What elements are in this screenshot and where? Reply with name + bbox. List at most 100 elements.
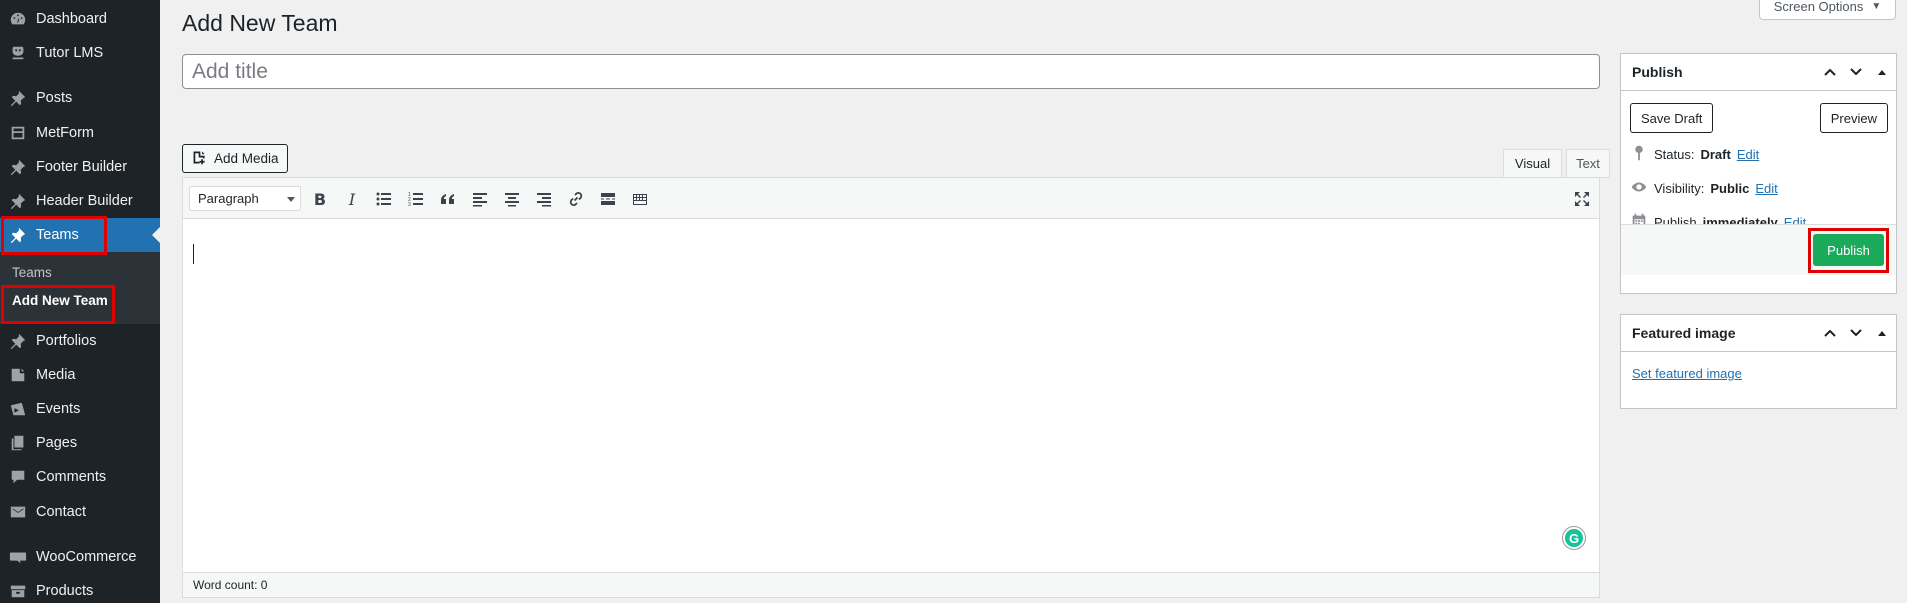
products-icon — [0, 582, 36, 600]
comments-icon — [0, 468, 36, 486]
status-label: Status: — [1654, 147, 1695, 162]
sidebar-item-label: Header Builder — [36, 193, 133, 209]
screen-options-button[interactable]: Screen Options ▼ — [1759, 0, 1896, 20]
sidebar-item-portfolios[interactable]: Portfolios — [0, 324, 160, 358]
publish-actions: Publish — [1621, 224, 1896, 275]
publish-box-title: Publish — [1632, 64, 1683, 80]
move-down-icon[interactable] — [1848, 325, 1864, 344]
svg-text:3: 3 — [408, 202, 411, 207]
eye-icon — [1630, 178, 1648, 199]
chevron-down-icon — [287, 197, 295, 202]
sidebar-item-label: WooCommerce — [36, 549, 137, 565]
visibility-value: Public — [1710, 181, 1750, 196]
sidebar-item-metform[interactable]: MetForm — [0, 116, 160, 150]
caret-down-icon: ▼ — [1871, 0, 1882, 12]
grammarly-icon[interactable]: G — [1563, 527, 1585, 549]
sidebar-item-products[interactable]: Products — [0, 574, 160, 603]
sidebar-item-label: Products — [36, 583, 94, 599]
sidebar-item-comments[interactable]: Comments — [0, 460, 160, 494]
word-count: Word count: 0 — [193, 578, 268, 592]
submenu-item-teams[interactable]: Teams — [12, 265, 52, 280]
featured-image-box: Featured image Set featured image — [1620, 314, 1897, 409]
highlight-teams — [1, 216, 107, 255]
pages-icon — [0, 434, 36, 452]
fullscreen-icon[interactable] — [1571, 188, 1593, 210]
events-icon — [0, 400, 36, 418]
tab-visual[interactable]: Visual — [1503, 149, 1562, 178]
add-media-label: Add Media — [214, 151, 279, 166]
format-select-value: Paragraph — [198, 191, 259, 206]
edit-visibility-link[interactable]: Edit — [1755, 181, 1777, 196]
status-value: Draft — [1700, 147, 1731, 162]
format-select[interactable]: Paragraph — [189, 186, 301, 211]
pin-icon — [0, 89, 36, 107]
sidebar-item-footer-builder[interactable]: Footer Builder — [0, 150, 160, 184]
post-title-input[interactable] — [182, 54, 1600, 89]
sidebar-item-pages[interactable]: Pages — [0, 426, 160, 460]
screen-options-label: Screen Options — [1773, 0, 1864, 14]
set-featured-image-link[interactable]: Set featured image — [1632, 366, 1742, 381]
sidebar-item-label: Portfolios — [36, 333, 97, 349]
sidebar-item-woocommerce[interactable]: WooCommerce — [0, 540, 160, 574]
sidebar-item-events[interactable]: Events — [0, 392, 160, 426]
tab-text[interactable]: Text — [1566, 149, 1610, 178]
toolbar-toggle-icon[interactable] — [629, 188, 651, 210]
form-icon — [0, 124, 36, 142]
align-right-icon[interactable] — [533, 188, 555, 210]
move-up-icon[interactable] — [1822, 64, 1838, 83]
content-editor[interactable]: Paragraph B I 123 G Word count: 0 — [182, 177, 1600, 598]
link-icon[interactable] — [565, 188, 587, 210]
sidebar-item-label: Media — [36, 367, 76, 383]
italic-icon[interactable]: I — [341, 188, 363, 210]
mail-icon — [0, 503, 36, 521]
add-media-icon — [191, 149, 208, 169]
read-more-icon[interactable] — [597, 188, 619, 210]
save-draft-button[interactable]: Save Draft — [1630, 103, 1714, 133]
sidebar-item-media[interactable]: Media — [0, 358, 160, 392]
sidebar-item-label: Pages — [36, 435, 78, 451]
editor-status-bar: Word count: 0 — [183, 572, 1599, 597]
publish-box: Publish Save Draft Preview Status: Draft… — [1620, 53, 1897, 294]
align-center-icon[interactable] — [501, 188, 523, 210]
sidebar-item-label: Contact — [36, 504, 86, 520]
sidebar-item-header-builder[interactable]: Header Builder — [0, 184, 160, 218]
sidebar-item-label: Tutor LMS — [36, 45, 104, 61]
move-down-icon[interactable] — [1848, 64, 1864, 83]
sidebar-item-label: Dashboard — [36, 11, 107, 27]
blockquote-icon[interactable] — [437, 188, 459, 210]
pin-icon — [0, 332, 36, 350]
tutor-icon — [0, 44, 36, 62]
numbered-list-icon[interactable]: 123 — [405, 188, 427, 210]
bold-icon[interactable]: B — [309, 188, 331, 210]
media-icon — [0, 366, 36, 384]
collapse-icon[interactable] — [1874, 325, 1890, 344]
edit-status-link[interactable]: Edit — [1737, 147, 1759, 162]
text-cursor — [193, 244, 194, 264]
add-media-button[interactable]: Add Media — [182, 144, 288, 173]
sidebar-item-label: Events — [36, 401, 81, 417]
sidebar-item-contact[interactable]: Contact — [0, 495, 160, 529]
move-up-icon[interactable] — [1822, 325, 1838, 344]
admin-sidebar: Dashboard Tutor LMS Posts MetForm Footer… — [0, 0, 160, 603]
preview-button[interactable]: Preview — [1819, 103, 1888, 133]
woo-icon — [0, 548, 36, 566]
collapse-icon[interactable] — [1874, 64, 1890, 83]
sidebar-item-tutor-lms[interactable]: Tutor LMS — [0, 36, 160, 70]
sidebar-item-label: Comments — [36, 469, 107, 485]
status-row: Status: Draft Edit — [1630, 144, 1759, 165]
current-indicator — [152, 227, 160, 243]
align-left-icon[interactable] — [469, 188, 491, 210]
bulleted-list-icon[interactable] — [373, 188, 395, 210]
highlight-publish — [1808, 228, 1889, 273]
featured-image-title: Featured image — [1632, 325, 1736, 341]
visibility-row: Visibility: Public Edit — [1630, 178, 1778, 199]
pin-icon — [1630, 144, 1648, 165]
dashboard-icon — [0, 10, 36, 28]
sidebar-item-label: MetForm — [36, 125, 94, 141]
sidebar-item-label: Footer Builder — [36, 159, 128, 175]
sidebar-item-posts[interactable]: Posts — [0, 81, 160, 115]
page-title: Add New Team — [182, 10, 338, 36]
featured-image-header: Featured image — [1621, 315, 1896, 352]
publish-box-header: Publish — [1621, 54, 1896, 91]
sidebar-item-dashboard[interactable]: Dashboard — [0, 2, 160, 36]
